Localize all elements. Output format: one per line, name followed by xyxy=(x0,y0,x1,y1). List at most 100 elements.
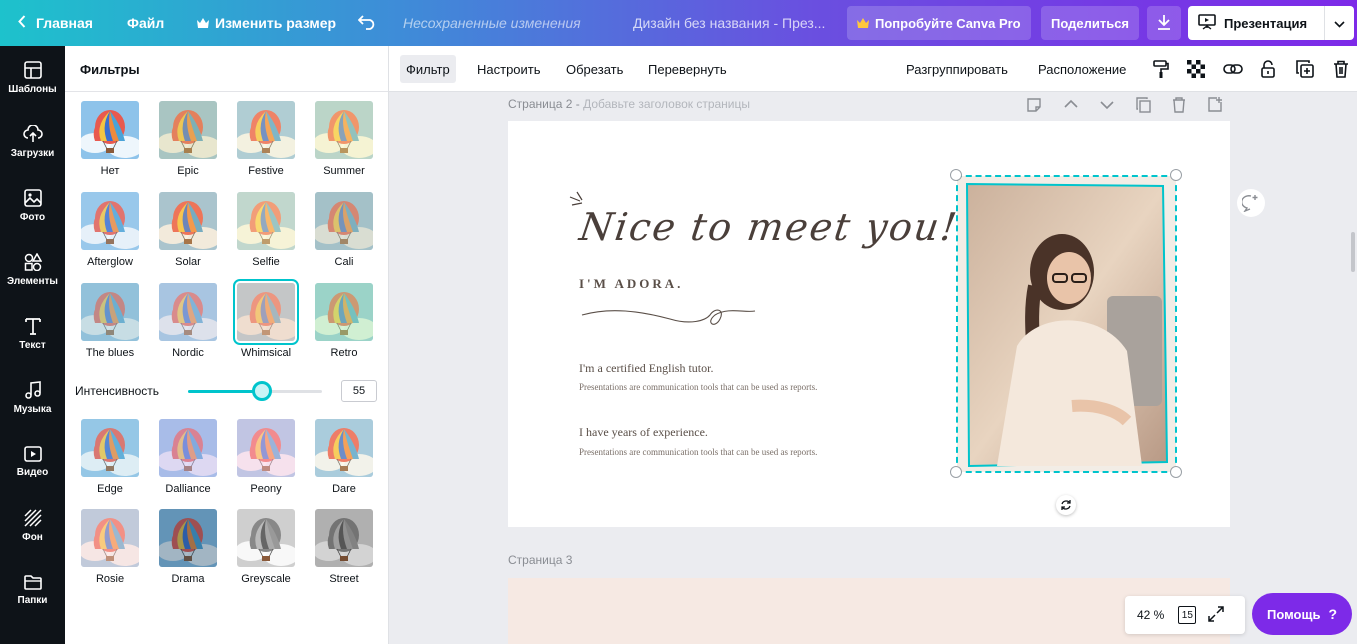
present-icon xyxy=(1198,13,1216,33)
filter-cali[interactable]: Cali xyxy=(314,192,374,268)
intensity-slider-handle[interactable] xyxy=(251,381,272,401)
duplicate-icon[interactable] xyxy=(1294,58,1316,80)
slide-page-2[interactable]: Nice to meet you! I'M ADORA. I'm a certi… xyxy=(508,121,1230,527)
add-comment-button[interactable] xyxy=(1237,189,1265,217)
slide-page-3[interactable] xyxy=(508,578,1230,644)
filter-nordic[interactable]: Nordic xyxy=(158,283,218,359)
panel-title: Фильтры xyxy=(80,62,140,77)
filter-selfie[interactable]: Selfie xyxy=(236,192,296,268)
filter-thumbnail xyxy=(81,419,139,477)
delete-page-icon[interactable] xyxy=(1172,97,1186,113)
filter-greyscale[interactable]: Greyscale xyxy=(236,509,296,585)
filter-street[interactable]: Street xyxy=(314,509,374,585)
page-count-button[interactable]: 15 xyxy=(1178,606,1197,624)
unsaved-status: Несохраненные изменения xyxy=(403,15,581,31)
filter-solar[interactable]: Solar xyxy=(158,192,218,268)
resize-handle-br[interactable] xyxy=(1170,466,1182,478)
ungroup-button[interactable]: Разгруппировать xyxy=(900,55,1014,83)
present-button[interactable]: Презентация xyxy=(1188,6,1324,40)
filter-label: Cali xyxy=(334,256,354,268)
filter-thumbnail xyxy=(233,279,299,345)
filter-thumbnail xyxy=(237,192,295,250)
tab-filter[interactable]: Фильтр xyxy=(400,55,456,83)
filter-peony[interactable]: Peony xyxy=(236,419,296,495)
filter-label: Нет xyxy=(100,165,120,177)
filter-whimsical[interactable]: Whimsical xyxy=(233,279,299,359)
lock-icon[interactable] xyxy=(1257,58,1279,80)
resize-handle-tl[interactable] xyxy=(950,169,962,181)
trash-icon[interactable] xyxy=(1330,58,1352,80)
left-rail: Шаблоны Загрузки Фото Элементы Текст Муз… xyxy=(0,46,65,644)
script-title[interactable]: Nice to meet you! xyxy=(577,205,961,249)
page-title-placeholder[interactable]: Добавьте заголовок страницы xyxy=(583,97,750,111)
filter-summer[interactable]: Summer xyxy=(314,101,374,177)
intensity-slider[interactable] xyxy=(188,381,322,401)
home-label: Главная xyxy=(36,15,93,31)
rotate-icon xyxy=(1061,500,1071,510)
note-icon[interactable] xyxy=(1026,97,1042,113)
filter-edge[interactable]: Edge xyxy=(80,419,140,495)
chevron-down-icon[interactable] xyxy=(1100,100,1114,110)
rail-templates[interactable]: Шаблоны xyxy=(0,46,65,110)
zoom-value[interactable]: 42 % xyxy=(1137,608,1164,622)
fullscreen-icon[interactable] xyxy=(1208,605,1225,625)
tab-adjust[interactable]: Настроить xyxy=(471,55,547,83)
tab-crop[interactable]: Обрезать xyxy=(560,55,629,83)
download-button[interactable] xyxy=(1147,6,1181,40)
filter-the-blues[interactable]: The blues xyxy=(80,283,140,359)
filter-afterglow[interactable]: Afterglow xyxy=(80,192,140,268)
edit-toolbar: Фильтр Настроить Обрезать Перевернуть Ра… xyxy=(389,46,1357,92)
line-1-sub[interactable]: Presentations are communication tools th… xyxy=(579,382,817,392)
rail-music[interactable]: Музыка xyxy=(0,366,65,430)
rail-folders[interactable]: Папки xyxy=(0,558,65,622)
link-icon[interactable] xyxy=(1222,58,1244,80)
vertical-scrollbar[interactable] xyxy=(1351,232,1355,272)
intensity-value-input[interactable]: 55 xyxy=(341,380,377,402)
name-heading[interactable]: I'M ADORA. xyxy=(579,276,683,292)
filter-нет[interactable]: Нет xyxy=(80,101,140,177)
paint-roller-icon[interactable] xyxy=(1150,58,1172,80)
rail-video[interactable]: Видео xyxy=(0,430,65,494)
resize-button[interactable]: Изменить размер xyxy=(197,0,336,46)
file-menu-button[interactable]: Файл xyxy=(127,0,164,46)
filter-dare[interactable]: Dare xyxy=(314,419,374,495)
line-1[interactable]: I'm a certified English tutor. xyxy=(579,361,713,376)
filter-rosie[interactable]: Rosie xyxy=(80,509,140,585)
filter-dalliance[interactable]: Dalliance xyxy=(158,419,218,495)
filter-epic[interactable]: Epic xyxy=(158,101,218,177)
resize-handle-bl[interactable] xyxy=(950,466,962,478)
line-2-sub[interactable]: Presentations are communication tools th… xyxy=(579,447,817,457)
filter-festive[interactable]: Festive xyxy=(236,101,296,177)
page-2-label[interactable]: Страница 2 - Добавьте заголовок страницы xyxy=(508,97,750,111)
rotate-handle[interactable] xyxy=(1056,495,1076,515)
resize-handle-tr[interactable] xyxy=(1170,169,1182,181)
filter-label: Rosie xyxy=(95,573,125,585)
undo-button[interactable] xyxy=(357,0,378,46)
chevron-up-icon[interactable] xyxy=(1064,99,1078,109)
photo-frame[interactable] xyxy=(956,175,1177,473)
filter-thumbnail xyxy=(81,101,139,159)
chevron-left-icon xyxy=(18,15,26,31)
transparency-icon[interactable] xyxy=(1185,58,1207,80)
home-button[interactable]: Главная xyxy=(18,0,93,46)
share-button[interactable]: Поделиться xyxy=(1041,6,1140,40)
position-button[interactable]: Расположение xyxy=(1032,55,1132,83)
present-options-button[interactable] xyxy=(1324,6,1354,40)
rail-photos[interactable]: Фото xyxy=(0,174,65,238)
rail-uploads[interactable]: Загрузки xyxy=(0,110,65,174)
try-pro-button[interactable]: Попробуйте Canva Pro xyxy=(847,6,1031,40)
document-title[interactable]: Дизайн без названия - През... xyxy=(633,0,825,46)
tab-flip[interactable]: Перевернуть xyxy=(642,55,733,83)
copy-page-icon[interactable] xyxy=(1136,97,1151,113)
filter-drama[interactable]: Drama xyxy=(158,509,218,585)
rail-text[interactable]: Текст xyxy=(0,302,65,366)
page-3-label[interactable]: Страница 3 xyxy=(508,553,572,567)
add-page-icon[interactable] xyxy=(1207,96,1223,112)
line-2[interactable]: I have years of experience. xyxy=(579,425,708,440)
filter-thumbnail xyxy=(81,192,139,250)
filter-retro[interactable]: Retro xyxy=(314,283,374,359)
filter-label: Summer xyxy=(323,165,365,177)
help-button[interactable]: Помощь ? xyxy=(1252,593,1352,635)
rail-background[interactable]: Фон xyxy=(0,494,65,558)
rail-elements[interactable]: Элементы xyxy=(0,238,65,302)
